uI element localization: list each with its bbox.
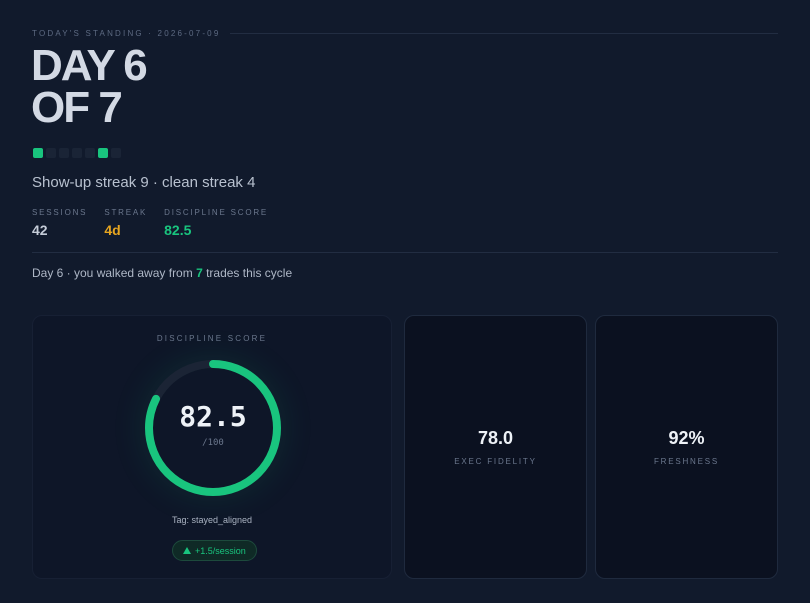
cycle-message-prefix: Day 6 · you walked away from — [32, 266, 197, 280]
day-dot-6 — [98, 148, 108, 158]
score-value: 82.5 — [179, 400, 247, 433]
page-title: DAY 6 OF 7 — [31, 41, 148, 132]
stat-discipline: DISCIPLINE SCORE 82.5 — [164, 208, 268, 238]
walked-away-count: 7 — [196, 266, 203, 280]
score-ring: 82.5 /100 — [141, 356, 285, 500]
score-card-title: DISCIPLINE SCORE — [156, 334, 268, 343]
day-dot-4 — [72, 148, 82, 158]
stat-sessions: SESSIONS 42 — [32, 208, 87, 238]
headline-day: DAY 6 — [31, 41, 148, 90]
score-tag: Tag: stayed_aligned — [171, 515, 253, 525]
stat-streak-label: STREAK — [104, 208, 148, 217]
streak-summary: Show-up streak 9 · clean streak 4 — [32, 174, 256, 191]
exec-fidelity-value: 78.0 — [477, 428, 514, 448]
stat-sessions-value: 42 — [32, 222, 48, 238]
cycle-message: Day 6 · you walked away from 7 trades th… — [32, 266, 292, 280]
stat-streak-value: 4d — [104, 222, 121, 238]
day-dot-5 — [85, 148, 95, 158]
triangle-up-icon — [183, 547, 191, 554]
cycle-message-suffix: trades this cycle — [202, 266, 293, 280]
day-dot-3 — [59, 148, 69, 158]
delta-value: +1.5/session — [195, 545, 246, 556]
day-dot-7 — [111, 148, 121, 158]
stat-discipline-value: 82.5 — [164, 222, 192, 238]
stats-row: SESSIONS 42 STREAK 4d DISCIPLINE SCORE 8… — [32, 208, 268, 238]
exec-fidelity-label: EXEC FIDELITY — [454, 457, 537, 466]
freshness-label: FRESHNESS — [653, 457, 720, 466]
score-denominator: /100 — [202, 438, 224, 448]
day-dot-2 — [46, 148, 56, 158]
discipline-score-card: DISCIPLINE SCORE 82.5 /100 Tag: stayed_a… — [32, 315, 392, 579]
standing-header: TODAY'S STANDING · 2026-07-09 — [32, 27, 778, 39]
headline-of: OF 7 — [31, 83, 123, 132]
standing-eyebrow: TODAY'S STANDING · 2026-07-09 — [32, 28, 221, 38]
day-dot-1 — [33, 148, 43, 158]
stat-streak: STREAK 4d — [104, 208, 147, 238]
header-rule — [230, 32, 778, 34]
freshness-card: 92% FRESHNESS — [595, 315, 778, 579]
stat-discipline-label: DISCIPLINE SCORE — [164, 208, 269, 217]
delta-badge: +1.5/session — [172, 540, 257, 561]
section-divider — [32, 252, 778, 253]
freshness-value: 92% — [668, 428, 705, 448]
exec-fidelity-card: 78.0 EXEC FIDELITY — [404, 315, 587, 579]
dashboard: TODAY'S STANDING · 2026-07-09 DAY 6 OF 7… — [0, 0, 810, 603]
day-progress-dots — [33, 148, 121, 158]
stat-sessions-label: SESSIONS — [32, 208, 88, 217]
